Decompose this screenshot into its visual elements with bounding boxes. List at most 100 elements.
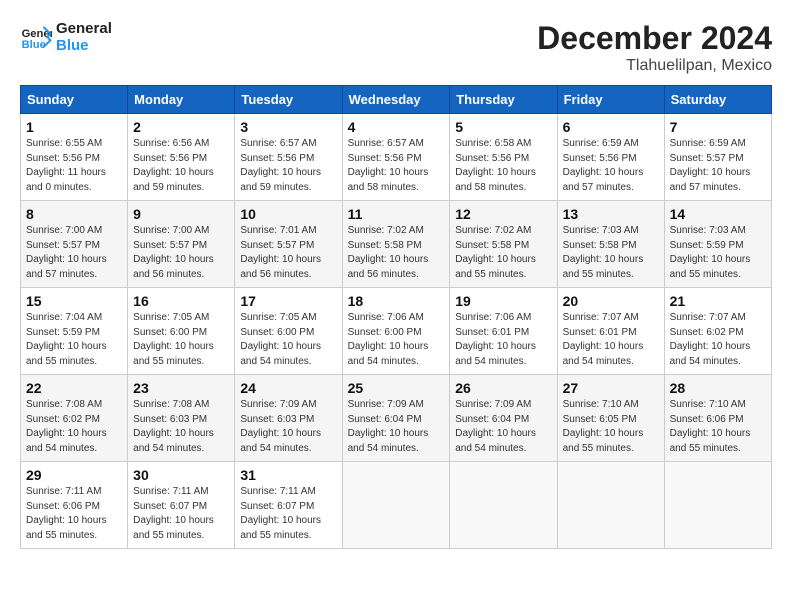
- day-number: 3: [240, 119, 336, 135]
- day-info: Sunrise: 7:08 AMSunset: 6:02 PMDaylight:…: [26, 398, 122, 456]
- day-info: Sunrise: 7:11 AMSunset: 6:06 PMDaylight:…: [26, 485, 122, 543]
- day-cell-14: 14 Sunrise: 7:03 AMSunset: 5:59 PMDayligh…: [664, 201, 771, 288]
- weekday-friday: Friday: [557, 86, 664, 114]
- day-cell-6: 6 Sunrise: 6:59 AMSunset: 5:56 PMDaylight…: [557, 114, 664, 201]
- day-info: Sunrise: 7:05 AMSunset: 6:00 PMDaylight:…: [133, 311, 229, 369]
- day-cell-31: 31 Sunrise: 7:11 AMSunset: 6:07 PMDayligh…: [235, 462, 342, 549]
- day-cell-21: 21Sunrise: 7:07 AMSunset: 6:02 PMDayligh…: [664, 288, 771, 375]
- day-cell-13: 13 Sunrise: 7:03 AMSunset: 5:58 PMDayligh…: [557, 201, 664, 288]
- day-cell-3: 3 Sunrise: 6:57 AMSunset: 5:56 PMDaylight…: [235, 114, 342, 201]
- day-number: 18: [348, 293, 445, 309]
- day-number: 20: [563, 293, 659, 309]
- day-cell-24: 24Sunrise: 7:09 AMSunset: 6:03 PMDayligh…: [235, 375, 342, 462]
- day-number: 12: [455, 206, 551, 222]
- day-cell-7: 7 Sunrise: 6:59 AMSunset: 5:57 PMDaylight…: [664, 114, 771, 201]
- location-title: Tlahuelilpan, Mexico: [537, 57, 772, 75]
- day-cell-23: 23 Sunrise: 7:08 AMSunset: 6:03 PMDayligh…: [128, 375, 235, 462]
- day-info: Sunrise: 7:03 AMSunset: 5:58 PMDaylight:…: [563, 224, 659, 282]
- day-number: 7: [670, 119, 766, 135]
- day-info: Sunrise: 7:10 AMSunset: 6:05 PMDaylight:…: [563, 398, 659, 456]
- title-area: December 2024 Tlahuelilpan, Mexico: [537, 20, 772, 75]
- day-info: Sunrise: 7:09 AMSunset: 6:04 PMDaylight:…: [455, 398, 551, 456]
- day-cell-29: 29 Sunrise: 7:11 AMSunset: 6:06 PMDayligh…: [21, 462, 128, 549]
- weekday-tuesday: Tuesday: [235, 86, 342, 114]
- day-info: Sunrise: 7:06 AMSunset: 6:00 PMDaylight:…: [348, 311, 445, 369]
- week-row-4: 22 Sunrise: 7:08 AMSunset: 6:02 PMDayligh…: [21, 375, 772, 462]
- day-cell-28: 28Sunrise: 7:10 AMSunset: 6:06 PMDayligh…: [664, 375, 771, 462]
- calendar-body: 1 Sunrise: 6:55 AMSunset: 5:56 PMDaylight…: [21, 114, 772, 549]
- week-row-5: 29 Sunrise: 7:11 AMSunset: 6:06 PMDayligh…: [21, 462, 772, 549]
- day-number: 1: [26, 119, 122, 135]
- day-number: 16: [133, 293, 229, 309]
- logo: General Blue General Blue: [20, 20, 112, 55]
- day-number: 6: [563, 119, 659, 135]
- logo-blue: Blue: [56, 37, 112, 54]
- day-cell-15: 15Sunrise: 7:04 AMSunset: 5:59 PMDayligh…: [21, 288, 128, 375]
- day-info: Sunrise: 7:02 AMSunset: 5:58 PMDaylight:…: [455, 224, 551, 282]
- day-number: 5: [455, 119, 551, 135]
- day-cell-5: 5 Sunrise: 6:58 AMSunset: 5:56 PMDaylight…: [450, 114, 557, 201]
- day-info: Sunrise: 6:56 AMSunset: 5:56 PMDaylight:…: [133, 137, 229, 195]
- day-cell-27: 27Sunrise: 7:10 AMSunset: 6:05 PMDayligh…: [557, 375, 664, 462]
- day-info: Sunrise: 7:11 AMSunset: 6:07 PMDaylight:…: [240, 485, 336, 543]
- day-cell-26: 26 Sunrise: 7:09 AMSunset: 6:04 PMDayligh…: [450, 375, 557, 462]
- day-number: 23: [133, 380, 229, 396]
- day-number: 2: [133, 119, 229, 135]
- day-info: Sunrise: 6:59 AMSunset: 5:57 PMDaylight:…: [670, 137, 766, 195]
- day-info: Sunrise: 6:57 AMSunset: 5:56 PMDaylight:…: [240, 137, 336, 195]
- day-cell-18: 18 Sunrise: 7:06 AMSunset: 6:00 PMDayligh…: [342, 288, 450, 375]
- day-number: 31: [240, 467, 336, 483]
- empty-cell: [450, 462, 557, 549]
- day-number: 26: [455, 380, 551, 396]
- day-info: Sunrise: 7:03 AMSunset: 5:59 PMDaylight:…: [670, 224, 766, 282]
- day-number: 24: [240, 380, 336, 396]
- day-info: Sunrise: 7:01 AMSunset: 5:57 PMDaylight:…: [240, 224, 336, 282]
- day-number: 28: [670, 380, 766, 396]
- day-info: Sunrise: 7:08 AMSunset: 6:03 PMDaylight:…: [133, 398, 229, 456]
- day-info: Sunrise: 6:59 AMSunset: 5:56 PMDaylight:…: [563, 137, 659, 195]
- logo-icon: General Blue: [20, 21, 52, 53]
- day-cell-16: 16 Sunrise: 7:05 AMSunset: 6:00 PMDayligh…: [128, 288, 235, 375]
- week-row-2: 8 Sunrise: 7:00 AMSunset: 5:57 PMDaylight…: [21, 201, 772, 288]
- weekday-sunday: Sunday: [21, 86, 128, 114]
- weekday-saturday: Saturday: [664, 86, 771, 114]
- day-cell-11: 11 Sunrise: 7:02 AMSunset: 5:58 PMDayligh…: [342, 201, 450, 288]
- calendar-table: SundayMondayTuesdayWednesdayThursdayFrid…: [20, 85, 772, 549]
- weekday-monday: Monday: [128, 86, 235, 114]
- day-info: Sunrise: 7:00 AMSunset: 5:57 PMDaylight:…: [133, 224, 229, 282]
- day-cell-2: 2 Sunrise: 6:56 AMSunset: 5:56 PMDaylight…: [128, 114, 235, 201]
- day-info: Sunrise: 7:02 AMSunset: 5:58 PMDaylight:…: [348, 224, 445, 282]
- day-number: 19: [455, 293, 551, 309]
- day-number: 14: [670, 206, 766, 222]
- day-cell-10: 10 Sunrise: 7:01 AMSunset: 5:57 PMDayligh…: [235, 201, 342, 288]
- weekday-thursday: Thursday: [450, 86, 557, 114]
- day-info: Sunrise: 6:55 AMSunset: 5:56 PMDaylight:…: [26, 137, 122, 195]
- day-number: 21: [670, 293, 766, 309]
- day-cell-17: 17 Sunrise: 7:05 AMSunset: 6:00 PMDayligh…: [235, 288, 342, 375]
- day-cell-8: 8Sunrise: 7:00 AMSunset: 5:57 PMDaylight…: [21, 201, 128, 288]
- day-number: 4: [348, 119, 445, 135]
- day-number: 30: [133, 467, 229, 483]
- day-cell-12: 12 Sunrise: 7:02 AMSunset: 5:58 PMDayligh…: [450, 201, 557, 288]
- day-number: 25: [348, 380, 445, 396]
- day-number: 22: [26, 380, 122, 396]
- page-header: General Blue General Blue December 2024 …: [20, 20, 772, 75]
- day-cell-9: 9Sunrise: 7:00 AMSunset: 5:57 PMDaylight…: [128, 201, 235, 288]
- day-number: 17: [240, 293, 336, 309]
- day-info: Sunrise: 7:05 AMSunset: 6:00 PMDaylight:…: [240, 311, 336, 369]
- day-info: Sunrise: 7:04 AMSunset: 5:59 PMDaylight:…: [26, 311, 122, 369]
- day-cell-19: 19Sunrise: 7:06 AMSunset: 6:01 PMDayligh…: [450, 288, 557, 375]
- day-info: Sunrise: 6:57 AMSunset: 5:56 PMDaylight:…: [348, 137, 445, 195]
- day-cell-20: 20 Sunrise: 7:07 AMSunset: 6:01 PMDayligh…: [557, 288, 664, 375]
- empty-cell: [342, 462, 450, 549]
- day-number: 13: [563, 206, 659, 222]
- logo-general: General: [56, 20, 112, 37]
- day-info: Sunrise: 6:58 AMSunset: 5:56 PMDaylight:…: [455, 137, 551, 195]
- week-row-3: 15Sunrise: 7:04 AMSunset: 5:59 PMDayligh…: [21, 288, 772, 375]
- empty-cell: [664, 462, 771, 549]
- day-number: 11: [348, 206, 445, 222]
- day-number: 29: [26, 467, 122, 483]
- day-info: Sunrise: 7:07 AMSunset: 6:01 PMDaylight:…: [563, 311, 659, 369]
- day-number: 8: [26, 206, 122, 222]
- day-number: 10: [240, 206, 336, 222]
